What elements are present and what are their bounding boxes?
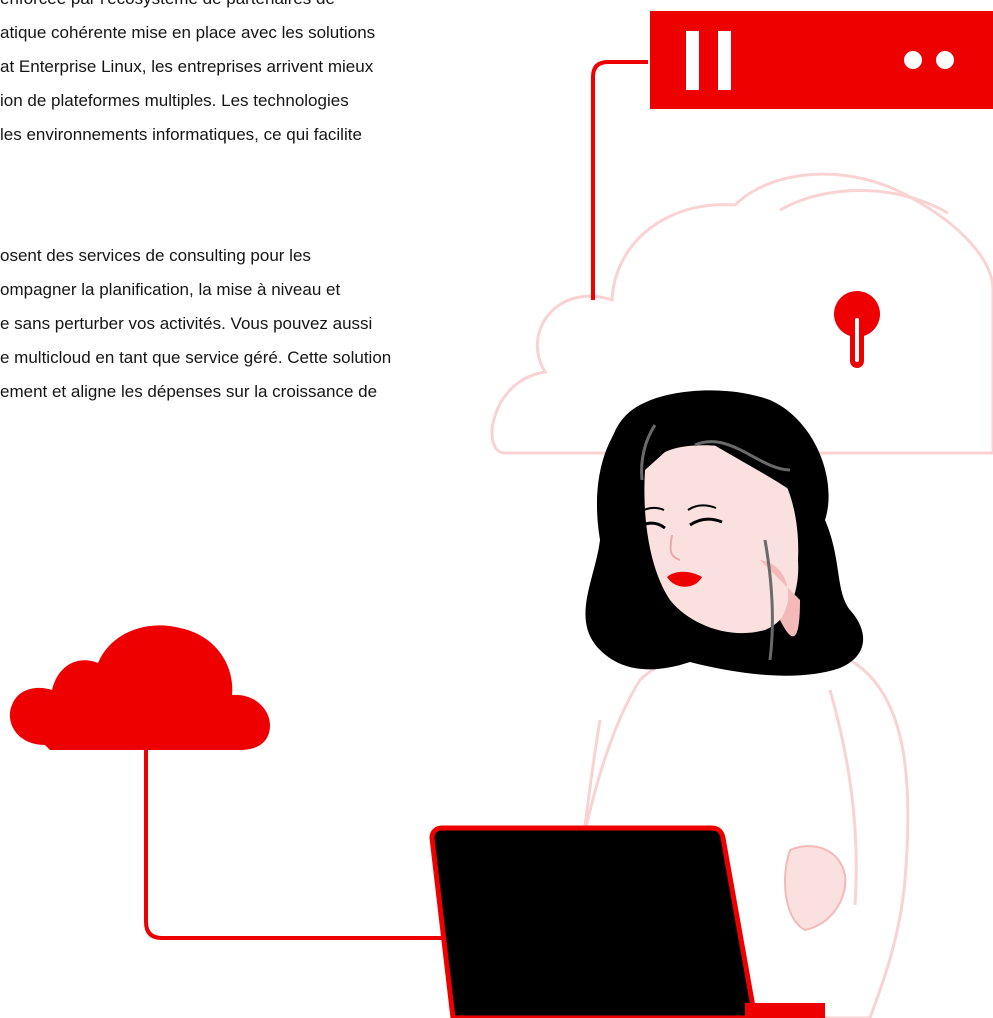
- woman-laptop-cloud-illustration: [9, 11, 993, 1018]
- red-cloud-icon: [9, 625, 460, 940]
